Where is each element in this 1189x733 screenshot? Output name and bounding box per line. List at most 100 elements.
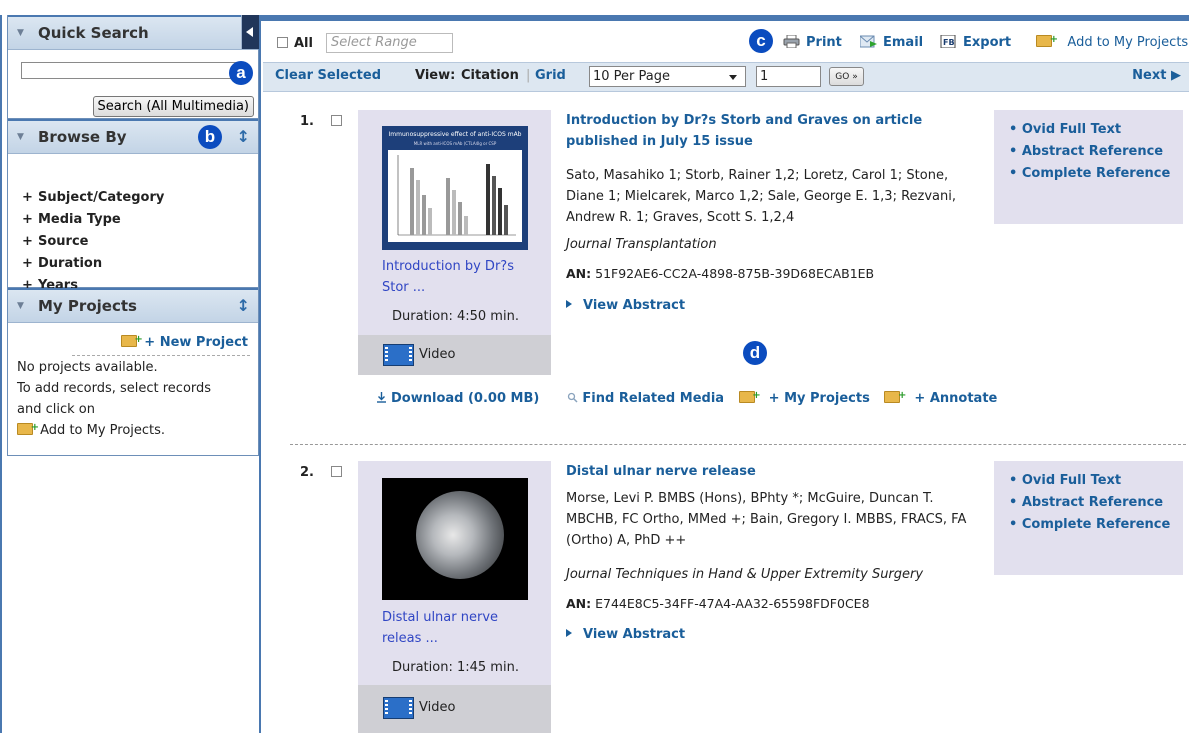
find-related-media-link[interactable]: Find Related Media xyxy=(567,391,729,406)
ovid-full-text-link[interactable]: Ovid Full Text xyxy=(1009,119,1170,141)
export-button[interactable]: FB Export xyxy=(940,35,1011,50)
collapse-triangle-icon[interactable]: ▼ xyxy=(17,28,24,38)
media-type-label: Video xyxy=(419,347,456,362)
my-projects-body: + New Project No projects available. To … xyxy=(8,323,258,455)
select-range-input[interactable]: Select Range xyxy=(326,33,453,53)
add-folder-icon xyxy=(17,423,39,435)
result-authors: Sato, Masahiko 1; Storb, Rainer 1,2; Lor… xyxy=(566,168,956,225)
view-abstract-label: View Abstract xyxy=(583,627,686,642)
result-number: 2. xyxy=(300,465,314,480)
search-all-multimedia-button[interactable]: Search (All Multimedia) xyxy=(92,96,254,117)
view-abstract-link[interactable]: View Abstract xyxy=(566,298,685,313)
result-journal: Journal Techniques in Hand & Upper Extre… xyxy=(566,567,924,582)
next-page-link[interactable]: Next ▶ xyxy=(1132,68,1181,83)
full-text-links-box: Ovid Full Text Abstract Reference Comple… xyxy=(994,461,1183,575)
result-title-link[interactable]: Distal ulnar nerve release xyxy=(566,461,961,482)
video-thumbnail[interactable]: Immunosuppressive effect of anti-ICOS mA… xyxy=(382,126,528,250)
browse-item-duration[interactable]: + Duration xyxy=(22,253,164,275)
my-projects-label: + My Projects xyxy=(768,391,870,406)
result-journal: Journal Transplantation xyxy=(566,237,717,252)
duration-text: Duration: 1:45 min. xyxy=(392,660,519,675)
thumbnail-card: Immunosuppressive effect of anti-ICOS mA… xyxy=(358,110,551,375)
svg-text:FB: FB xyxy=(943,38,955,47)
browse-item-media-type[interactable]: + Media Type xyxy=(22,209,164,231)
results-toolbar: All Select Range c Print Email FB Export … xyxy=(263,22,1189,62)
browse-item-label: Subject/Category xyxy=(38,190,165,205)
add-folder-icon xyxy=(1036,35,1058,47)
resize-icon[interactable]: ↕ xyxy=(237,127,250,146)
message-line-add: Add to My Projects. xyxy=(17,420,211,441)
download-icon xyxy=(377,392,386,403)
result-accession-number: AN: E744E8C5-34FF-47A4-AA32-65598FDF0CE8 xyxy=(566,596,870,611)
select-all-label: All xyxy=(294,36,313,51)
new-project-link[interactable]: + New Project xyxy=(120,332,248,353)
message-line: Add to My Projects. xyxy=(40,423,166,438)
thumbnail-title-link[interactable]: Introduction by Dr?s Stor ... xyxy=(382,256,537,298)
view-grid-link[interactable]: Grid xyxy=(535,68,566,83)
thumbnail-chart-image xyxy=(388,150,522,242)
quick-search-input[interactable] xyxy=(21,62,245,79)
add-to-my-projects-button[interactable]: Add to My Projects xyxy=(1036,35,1188,50)
select-all-checkbox[interactable] xyxy=(277,37,288,48)
per-page-select[interactable]: 10 Per Page xyxy=(589,66,746,87)
browse-item-source[interactable]: + Source xyxy=(22,231,164,253)
abstract-reference-link[interactable]: Abstract Reference xyxy=(1009,492,1170,514)
annotate-link[interactable]: + Annotate xyxy=(884,391,1002,406)
view-options-bar: Clear Selected View: Citation | Grid 10 … xyxy=(263,62,1189,92)
video-thumbnail[interactable] xyxy=(382,478,528,600)
thumbnail-card: Distal ulnar nerve releas ... Duration: … xyxy=(358,461,551,733)
clear-selected-link[interactable]: Clear Selected xyxy=(275,68,381,83)
result-number: 1. xyxy=(300,114,314,129)
browse-by-header[interactable]: ▼ Browse By b ↕ xyxy=(8,119,258,154)
column-separator[interactable] xyxy=(259,15,261,733)
result-checkbox[interactable] xyxy=(331,115,342,126)
quick-search-header[interactable]: ▼ Quick Search xyxy=(8,15,259,50)
email-button[interactable]: Email xyxy=(860,35,923,50)
abstract-reference-link[interactable]: Abstract Reference xyxy=(1009,141,1170,163)
complete-reference-link[interactable]: Complete Reference xyxy=(1009,163,1170,185)
view-abstract-link[interactable]: View Abstract xyxy=(566,627,685,642)
add-folder-icon xyxy=(738,391,761,403)
media-type-label: Video xyxy=(419,700,456,715)
endoscope-image xyxy=(416,491,504,579)
result-divider xyxy=(290,444,1186,445)
duration-text: Duration: 4:50 min. xyxy=(392,309,519,324)
page-number-input[interactable]: 1 xyxy=(756,66,821,87)
media-type-bar: Video xyxy=(358,335,551,375)
my-projects-header[interactable]: ▼ My Projects ↕ xyxy=(8,288,258,323)
email-label: Email xyxy=(883,35,924,50)
collapse-triangle-icon[interactable]: ▼ xyxy=(17,301,24,311)
result-checkbox[interactable] xyxy=(331,466,342,477)
add-to-my-projects-link[interactable]: + My Projects xyxy=(738,391,875,406)
full-text-links: Ovid Full Text Abstract Reference Comple… xyxy=(1009,470,1170,536)
message-line: and click on xyxy=(17,402,95,417)
browse-item-label: Media Type xyxy=(38,212,121,227)
print-button[interactable]: Print xyxy=(783,35,842,50)
collapse-triangle-icon[interactable]: ▼ xyxy=(17,132,24,142)
callout-a: a xyxy=(229,61,253,85)
view-label: View: xyxy=(415,68,456,83)
callout-b: b xyxy=(198,125,222,149)
result-title-link[interactable]: Introduction by Dr?s Storb and Graves on… xyxy=(566,110,961,152)
go-button[interactable]: GO » xyxy=(829,67,864,86)
browse-item-subject[interactable]: + Subject/Category xyxy=(22,187,164,209)
ovid-full-text-link[interactable]: Ovid Full Text xyxy=(1009,470,1170,492)
download-link[interactable]: Download (0.00 MB) xyxy=(376,391,544,406)
resize-icon[interactable]: ↕ xyxy=(237,296,250,315)
export-label: Export xyxy=(963,35,1012,50)
result-authors: Morse, Levi P. BMBS (Hons), BPhty *; McG… xyxy=(566,491,967,548)
my-projects-panel: ▼ My Projects ↕ + New Project No project… xyxy=(7,288,259,456)
thumbnail-title-link[interactable]: Distal ulnar nerve releas ... xyxy=(382,607,537,649)
find-related-label: Find Related Media xyxy=(582,391,725,406)
message-line: To add records, select records xyxy=(17,381,212,396)
view-citation[interactable]: Citation xyxy=(461,68,519,83)
next-label: Next xyxy=(1132,68,1167,83)
callout-c: c xyxy=(749,29,773,53)
complete-reference-link[interactable]: Complete Reference xyxy=(1009,514,1170,536)
download-label: Download (0.00 MB) xyxy=(391,391,540,406)
divider xyxy=(72,355,250,356)
add-folder-icon xyxy=(120,335,143,347)
thumbnail-subcaption: MLR with anti-ICOS mAb (CTLA4Ig or CSP xyxy=(413,141,497,146)
callout-d: d xyxy=(743,341,767,365)
collapse-left-icon[interactable] xyxy=(241,15,259,49)
